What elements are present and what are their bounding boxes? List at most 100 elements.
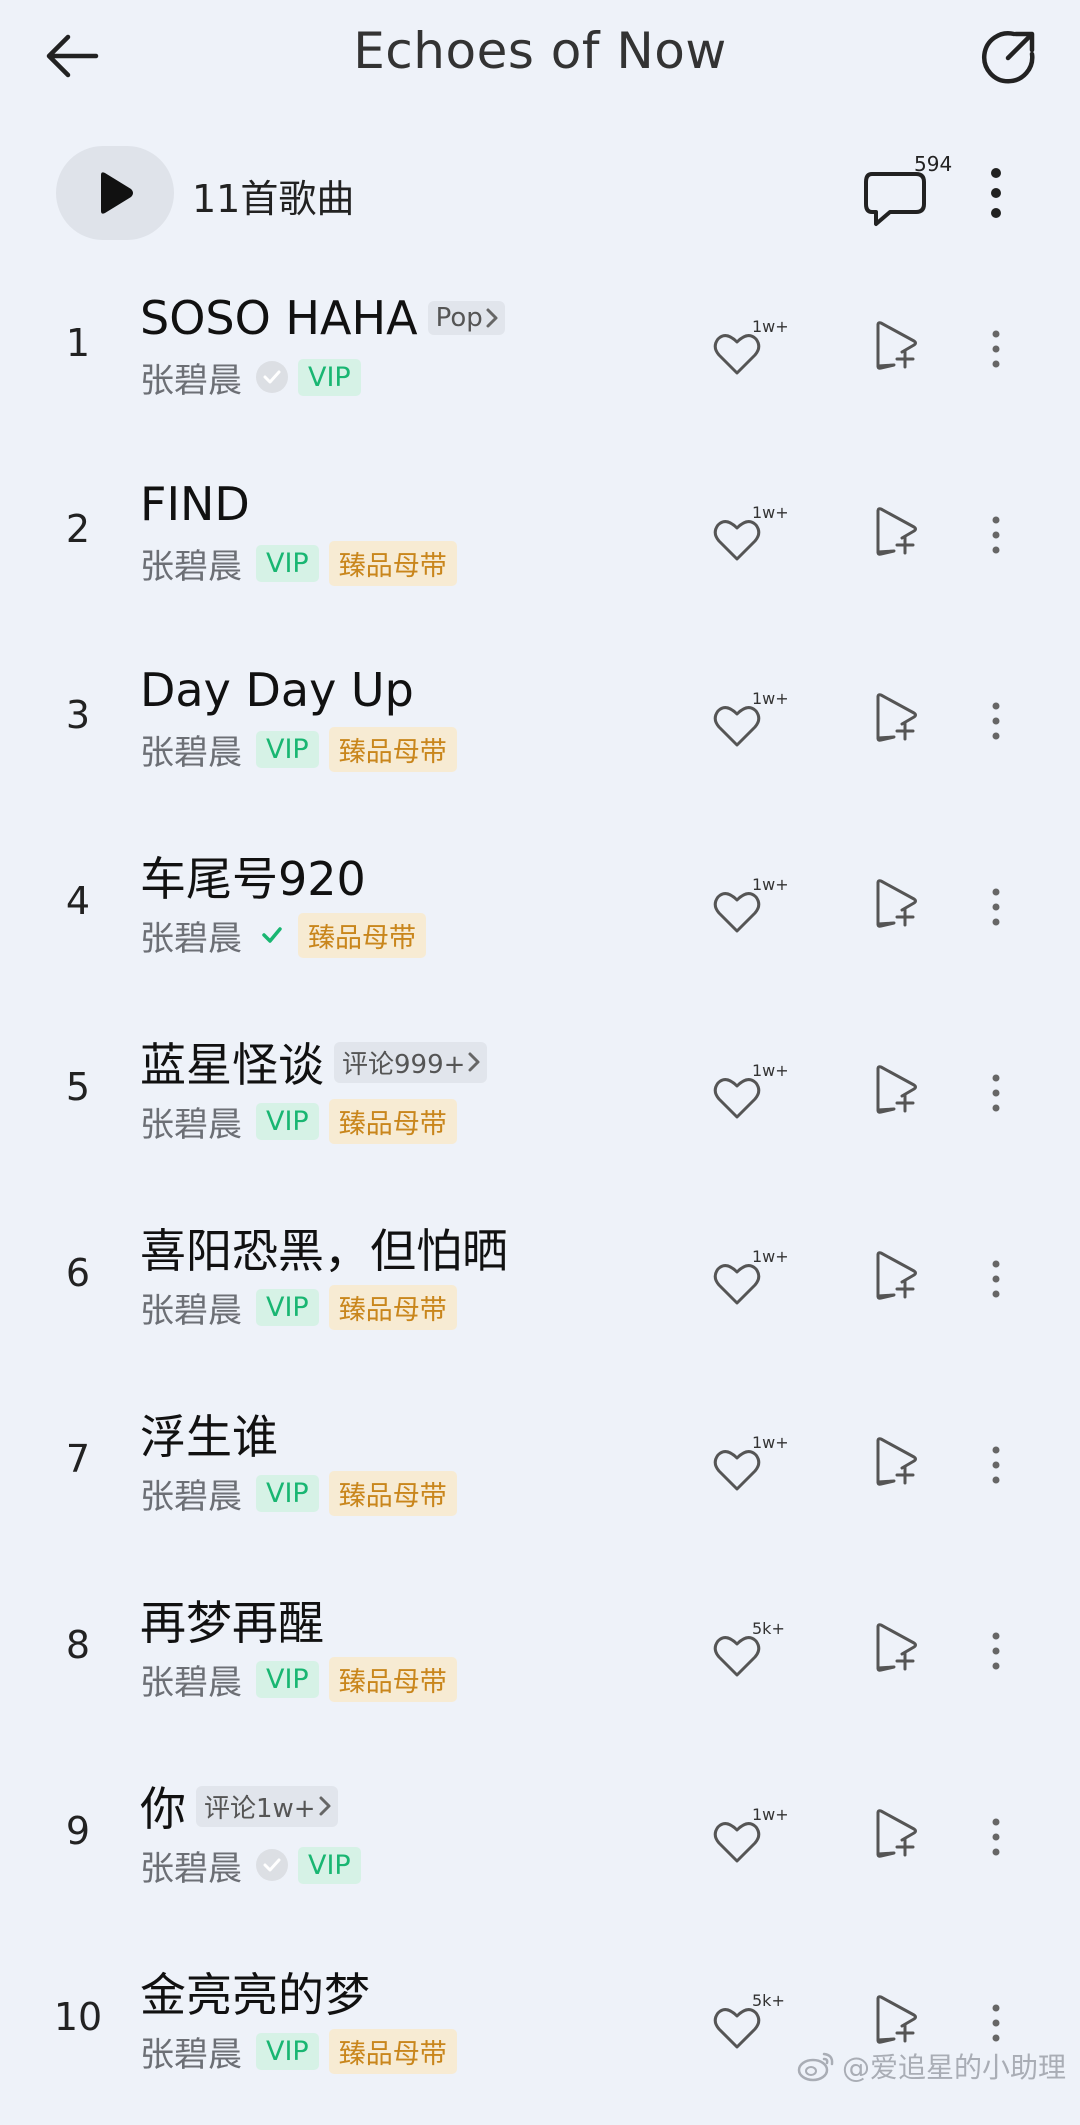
more-vertical-icon [992,1260,1000,1298]
like-button[interactable]: 1w+ [712,503,789,573]
song-row[interactable]: 6 喜阳恐黑，但怕晒 张碧晨 VIP 臻品母带 1w+ [0,1195,1080,1381]
add-to-playlist-button[interactable] [874,1995,924,2051]
song-more-button[interactable] [978,1065,1014,1121]
like-count: 1w+ [752,1247,789,1266]
song-title: FIND [140,477,250,531]
song-row[interactable]: 9 你评论1w+ 张碧晨 VIP 1w+ [0,1753,1080,1939]
chevron-right-icon [467,1051,481,1073]
verified-grey-icon [256,1849,288,1881]
like-button[interactable]: 1w+ [712,1805,789,1875]
like-button[interactable]: 1w+ [712,317,789,387]
song-row[interactable]: 8 再梦再醒 张碧晨 VIP 臻品母带 5k+ [0,1567,1080,1753]
artist-name[interactable]: 张碧晨 [140,1655,242,1704]
song-tag-chip[interactable]: 评论999+ [334,1041,488,1083]
song-title: 蓝星怪谈 [140,1038,324,1092]
more-vertical-icon [991,168,1001,218]
vip-badge: VIP [256,730,319,768]
song-more-button[interactable] [978,879,1014,935]
add-to-playlist-button[interactable] [874,1437,924,1493]
song-more-button[interactable] [978,1437,1014,1493]
like-button[interactable]: 5k+ [712,1619,785,1689]
song-title: 金亮亮的梦 [140,1968,370,2022]
song-meta: 张碧晨 VIP 臻品母带 [140,2027,457,2075]
song-row[interactable]: 7 浮生谁 张碧晨 VIP 臻品母带 1w+ [0,1381,1080,1567]
song-more-button[interactable] [978,321,1014,377]
song-tag-label: 评论1w+ [204,1793,316,1824]
add-to-playlist-icon [876,1623,917,1672]
like-count: 1w+ [752,1805,789,1824]
vip-badge: VIP [256,1660,319,1698]
verified-grey-icon [256,361,288,393]
song-title: Day Day Up [140,663,414,717]
add-to-playlist-icon [876,507,917,556]
add-to-playlist-button[interactable] [874,507,924,563]
add-to-playlist-button[interactable] [874,693,924,749]
play-icon [101,172,133,214]
artist-name[interactable]: 张碧晨 [140,353,242,402]
play-all-button[interactable] [56,146,174,240]
top-bar: Echoes of Now [0,0,1080,120]
more-vertical-icon [992,2004,1000,2042]
artist-name[interactable]: 张碧晨 [140,1283,242,1332]
share-button[interactable] [974,22,1044,92]
song-more-button[interactable] [978,1251,1014,1307]
song-meta: 张碧晨 VIP 臻品母带 [140,1469,457,1517]
song-tag-chip[interactable]: 评论1w+ [196,1785,338,1827]
like-button[interactable]: 1w+ [712,689,789,759]
more-options-button[interactable] [978,158,1014,228]
song-more-button[interactable] [978,507,1014,563]
heart-icon [713,1078,761,1119]
song-row[interactable]: 1 SOSO HAHA Pop 张碧晨 VIP 1w+ [0,265,1080,451]
song-meta: 张碧晨 VIP 臻品母带 [140,1283,457,1331]
more-vertical-icon [992,330,1000,368]
song-more-button[interactable] [978,1995,1014,2051]
like-button[interactable]: 1w+ [712,1061,789,1131]
song-title-line: SOSO HAHA Pop [140,289,505,347]
chevron-right-icon [485,307,499,329]
master-quality-badge: 臻品母带 [328,726,457,772]
add-to-playlist-button[interactable] [874,879,924,935]
song-more-button[interactable] [978,693,1014,749]
heart-icon [713,1264,761,1305]
add-to-playlist-button[interactable] [874,1809,924,1865]
master-quality-badge: 臻品母带 [328,1656,457,1702]
add-to-playlist-button[interactable] [874,321,924,377]
like-button[interactable]: 5k+ [712,1991,785,2061]
song-tag-chip[interactable]: Pop [427,301,505,335]
song-title-line: 蓝星怪谈 评论999+ [140,1033,488,1092]
song-more-button[interactable] [978,1623,1014,1679]
artist-name[interactable]: 张碧晨 [140,1097,242,1146]
song-list: 1 SOSO HAHA Pop 张碧晨 VIP 1w+ 2 FIND 张碧晨 VIP 臻品母带 1w+… [0,265,1080,2125]
song-index: 5 [65,1065,91,1109]
add-to-playlist-button[interactable] [874,1251,924,1307]
add-to-playlist-button[interactable] [874,1065,924,1121]
artist-name[interactable]: 张碧晨 [140,1841,242,1890]
comments-button[interactable]: 594 [862,152,953,234]
artist-name[interactable]: 张碧晨 [140,539,242,588]
artist-name[interactable]: 张碧晨 [140,725,242,774]
vip-badge: VIP [256,544,319,582]
add-to-playlist-button[interactable] [874,1623,924,1679]
song-row[interactable]: 2 FIND 张碧晨 VIP 臻品母带 1w+ [0,451,1080,637]
like-count: 1w+ [752,875,789,894]
song-row[interactable]: 5 蓝星怪谈 评论999+ 张碧晨 VIP 臻品母带 1w+ [0,1009,1080,1195]
song-more-button[interactable] [978,1809,1014,1865]
like-button[interactable]: 1w+ [712,1247,789,1317]
song-row[interactable]: 10 金亮亮的梦 张碧晨 VIP 臻品母带 5k+ [0,1939,1080,2125]
artist-name[interactable]: 张碧晨 [140,2027,242,2076]
share-external-icon [982,31,1035,84]
artist-name[interactable]: 张碧晨 [140,911,242,960]
master-quality-badge: 臻品母带 [328,1470,457,1516]
song-row[interactable]: 4 车尾号920 张碧晨 臻品母带 1w+ [0,823,1080,1009]
like-button[interactable]: 1w+ [712,875,789,945]
comment-count: 594 [914,152,953,176]
like-count: 1w+ [752,503,789,522]
song-title-line: 你评论1w+ [140,1777,338,1836]
vip-badge: VIP [256,1474,319,1512]
artist-name[interactable]: 张碧晨 [140,1469,242,1518]
playlist-title: Echoes of Now [353,22,727,80]
like-button[interactable]: 1w+ [712,1433,789,1503]
playlist-toolbar: 11首歌曲 594 [0,140,1080,250]
song-row[interactable]: 3 Day Day Up 张碧晨 VIP 臻品母带 1w+ [0,637,1080,823]
add-to-playlist-icon [876,1437,917,1486]
